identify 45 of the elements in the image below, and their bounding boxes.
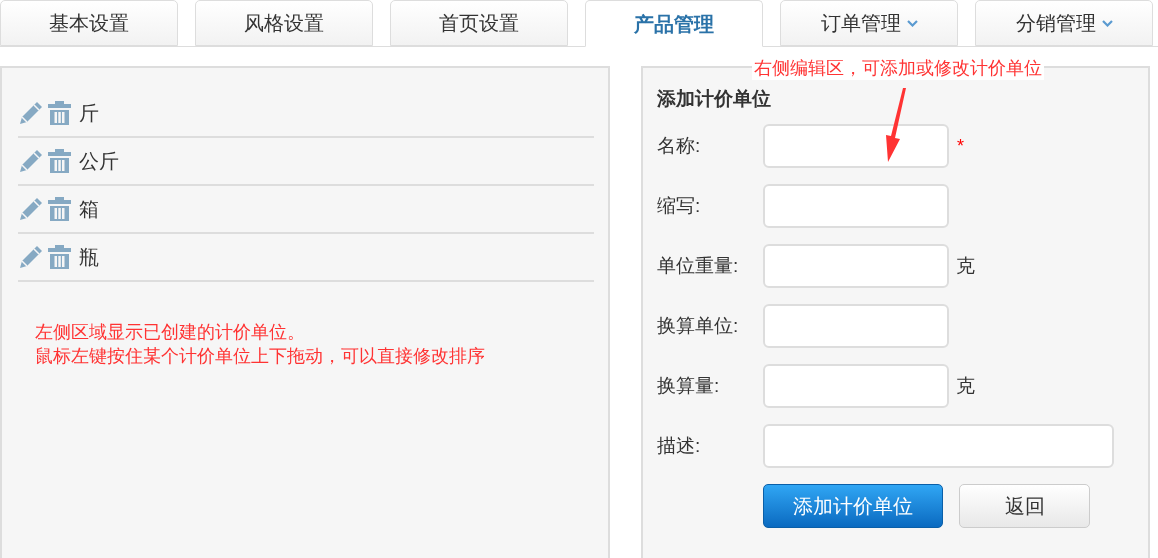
input-field[interactable] xyxy=(763,424,1114,468)
trash-icon[interactable] xyxy=(47,148,72,174)
field-label: 换算量: xyxy=(657,373,721,398)
pencil-icon[interactable] xyxy=(18,148,44,174)
unit-name: 箱 xyxy=(79,197,99,222)
unit-row[interactable]: 箱 xyxy=(18,186,594,234)
tab[interactable]: 订单管理 xyxy=(780,0,958,46)
pencil-icon[interactable] xyxy=(18,196,44,222)
tab[interactable]: 风格设置 xyxy=(195,0,373,46)
unit-suffix: 克 xyxy=(956,253,975,278)
form-title: 添加计价单位 xyxy=(657,87,771,111)
input-field[interactable] xyxy=(763,304,949,348)
tab[interactable]: 产品管理 xyxy=(585,0,763,47)
annotation-text: 右侧编辑区，可添加或修改计价单位 xyxy=(752,56,1044,80)
unit-name: 斤 xyxy=(79,101,99,126)
field-label: 单位重量: xyxy=(657,253,740,278)
unit-row[interactable]: 公斤 xyxy=(18,138,594,186)
trash-icon[interactable] xyxy=(47,196,72,222)
annotation-text: 左侧区域显示已创建的计价单位。 xyxy=(35,321,306,344)
input-field[interactable] xyxy=(763,364,949,408)
tab[interactable]: 基本设置 xyxy=(0,0,178,46)
field-label: 名称: xyxy=(657,133,702,158)
input-field[interactable] xyxy=(763,184,949,228)
caret-icon xyxy=(906,19,918,27)
caret-icon xyxy=(1101,19,1113,27)
back-button[interactable]: 返回 xyxy=(959,484,1090,528)
unit-suffix: 克 xyxy=(956,373,975,398)
unit-name: 瓶 xyxy=(79,245,99,270)
pencil-icon[interactable] xyxy=(18,100,44,126)
unit-row[interactable]: 瓶 xyxy=(18,234,594,282)
trash-icon[interactable] xyxy=(47,100,72,126)
add-unit-button[interactable]: 添加计价单位 xyxy=(763,484,943,528)
input-field[interactable] xyxy=(763,124,949,168)
field-label: 描述: xyxy=(657,433,702,458)
unit-name: 公斤 xyxy=(79,149,119,174)
unit-row[interactable]: 斤 xyxy=(18,90,594,138)
pencil-icon[interactable] xyxy=(18,244,44,270)
input-field[interactable] xyxy=(763,244,949,288)
trash-icon[interactable] xyxy=(47,244,72,270)
tab[interactable]: 分销管理 xyxy=(975,0,1153,46)
required-mark: * xyxy=(957,134,964,158)
field-label: 缩写: xyxy=(657,193,702,218)
tab[interactable]: 首页设置 xyxy=(390,0,568,46)
field-label: 换算单位: xyxy=(657,313,740,338)
annotation-text: 鼠标左键按住某个计价单位上下拖动，可以直接修改排序 xyxy=(35,345,485,368)
